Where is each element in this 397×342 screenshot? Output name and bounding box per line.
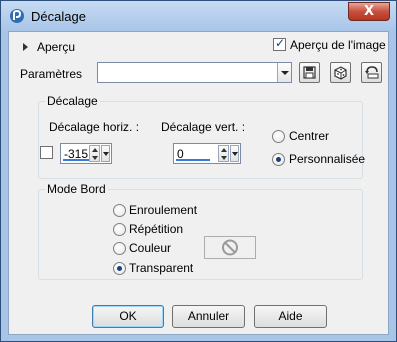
dice-icon — [334, 66, 347, 80]
expand-triangle-icon — [23, 43, 28, 51]
vert-offset-label: Décalage vert. : — [161, 120, 246, 134]
edge-radio-enroulement[interactable] — [113, 204, 126, 217]
edge-mode-legend: Mode Bord — [45, 182, 108, 196]
center-radio[interactable] — [272, 130, 285, 143]
custom-radio[interactable] — [272, 153, 285, 166]
edge-radio-repetition[interactable] — [113, 223, 126, 236]
horiz-offset-underline — [63, 159, 89, 161]
center-radio-label: Centrer — [289, 129, 330, 143]
app-icon — [10, 9, 24, 23]
edge-label-enroulement: Enroulement — [129, 203, 198, 217]
cancel-button[interactable]: Annuler — [172, 305, 245, 328]
apercu-label: Aperçu — [37, 40, 76, 54]
params-combobox[interactable] — [97, 62, 292, 83]
vert-offset-field[interactable]: 0 — [173, 143, 241, 164]
edge-mode-group: Mode Bord Enroulement Répétition Couleur… — [38, 182, 363, 280]
preview-toggle[interactable]: Aperçu — [21, 40, 101, 54]
title-bar[interactable]: Décalage X — [1, 1, 396, 31]
vert-offset-spinner[interactable] — [218, 145, 229, 162]
horiz-offset-spinner[interactable] — [89, 145, 100, 162]
save-preset-button[interactable] — [299, 62, 320, 83]
close-icon: X — [363, 4, 375, 19]
offset-group-legend: Décalage — [45, 94, 100, 108]
spin-up-icon — [221, 148, 227, 152]
link-offset-checkbox[interactable] — [40, 146, 53, 159]
horiz-offset-label: Décalage horiz. : — [49, 120, 140, 134]
no-color-icon — [222, 239, 238, 256]
edge-label-couleur: Couleur — [129, 241, 172, 255]
horiz-offset-dropdown[interactable] — [101, 145, 110, 162]
vert-offset-underline — [176, 159, 210, 161]
window-title: Décalage — [31, 9, 86, 24]
offset-group: Décalage Décalage horiz. : Décalage vert… — [38, 94, 366, 179]
dialog-client-area: Aperçu Aperçu de l'image Paramètres — [8, 31, 389, 335]
help-button[interactable]: Aide — [254, 305, 327, 328]
preview-checkbox-label: Aperçu de l'image — [290, 38, 386, 52]
spin-up-icon — [92, 148, 98, 152]
preview-checkbox[interactable] — [273, 36, 286, 51]
edge-label-transparent: Transparent — [129, 261, 194, 275]
edge-radio-transparent[interactable] — [113, 262, 126, 275]
params-label: Paramètres — [20, 67, 83, 81]
edge-label-repetition: Répétition — [129, 222, 184, 236]
ok-button[interactable]: OK — [92, 305, 164, 328]
reset-preset-button[interactable] — [361, 62, 382, 83]
edge-color-swatch[interactable] — [204, 236, 256, 259]
dialog-window: Décalage X Aperçu Aperçu de l'image Para… — [0, 0, 397, 342]
vert-offset-dropdown[interactable] — [230, 145, 239, 162]
spin-down-icon — [221, 156, 227, 160]
horiz-offset-field[interactable]: -315 — [60, 143, 112, 164]
reset-icon — [365, 66, 379, 79]
close-button[interactable]: X — [348, 2, 390, 21]
save-icon — [303, 66, 316, 79]
custom-radio-label: Personnalisée — [289, 152, 366, 166]
chevron-down-icon[interactable] — [277, 63, 291, 82]
edge-radio-couleur[interactable] — [113, 242, 126, 255]
random-preset-button[interactable] — [330, 62, 351, 83]
spin-down-icon — [92, 156, 98, 160]
